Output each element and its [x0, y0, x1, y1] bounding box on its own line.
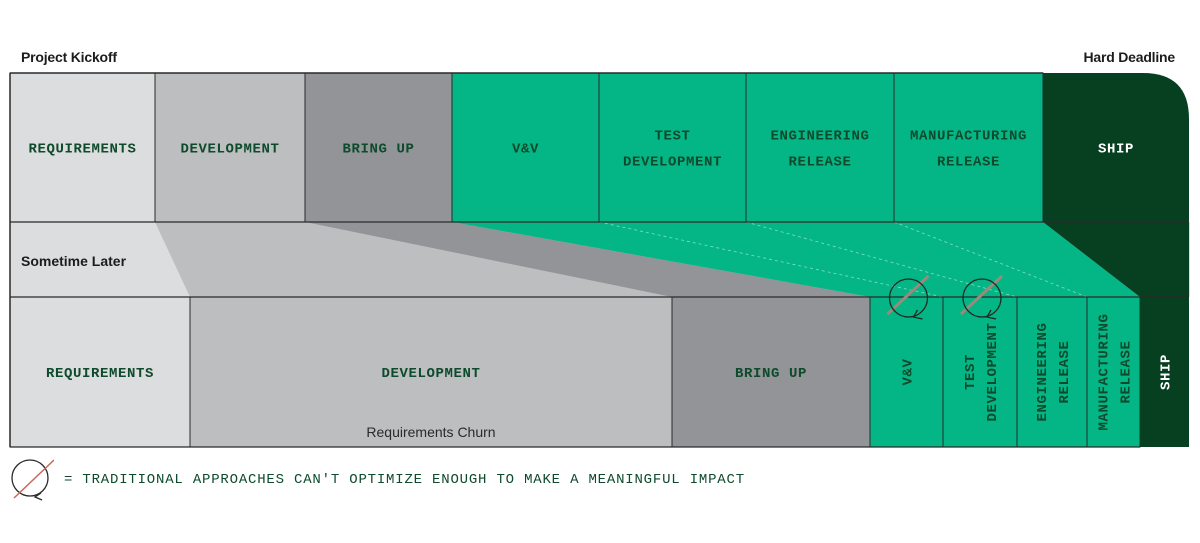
legend: = TRADITIONAL APPROACHES CAN'T OPTIMIZE …: [10, 458, 745, 502]
phase-label: DEVELOPMENT: [180, 142, 279, 158]
phase-label: BRING UP: [735, 366, 807, 382]
phase-block: [942, 296, 1018, 448]
bottom-phase-vv: V&V: [869, 296, 944, 448]
bottom-phase-ship: SHIP: [1140, 297, 1189, 447]
sometime-later-label: Sometime Later: [21, 253, 127, 269]
phase-label: TEST: [963, 354, 979, 390]
phase-label: REQUIREMENTS: [46, 366, 154, 382]
top-phase-bring-up: BRING UP: [304, 72, 453, 223]
phase-label: SHIP: [1098, 142, 1134, 158]
phase-label: REQUIREMENTS: [28, 142, 136, 158]
phase-block: [1016, 296, 1088, 448]
transition-band: Sometime Later: [10, 221, 1190, 298]
bottom-phase-test-development: TEST DEVELOPMENT: [942, 296, 1018, 448]
phase-label: TEST: [654, 129, 690, 145]
top-phase-manufacturing-release: MANUFACTURING RELEASE: [893, 72, 1044, 223]
phase-block: [745, 72, 895, 223]
phase-label: ENGINEERING: [1035, 322, 1051, 421]
top-phase-vv: V&V: [451, 72, 600, 223]
bottom-phase-bring-up: BRING UP: [671, 296, 871, 448]
top-phase-ship: SHIP: [1043, 73, 1189, 222]
phase-block: [893, 72, 1044, 223]
phase-label: RELEASE: [937, 155, 1000, 171]
top-phase-test-development: TEST DEVELOPMENT: [598, 72, 747, 223]
phase-label: V&V: [512, 142, 539, 158]
legend-text: = TRADITIONAL APPROACHES CAN'T OPTIMIZE …: [64, 472, 745, 488]
phase-label: BRING UP: [342, 142, 414, 158]
phase-label: V&V: [901, 358, 917, 385]
phase-label: DEVELOPMENT: [985, 322, 1001, 421]
bottom-phase-requirements: REQUIREMENTS: [9, 296, 191, 448]
phase-label: RELEASE: [788, 155, 851, 171]
phase-label: RELEASE: [1119, 340, 1135, 403]
requirements-churn-label: Requirements Churn: [366, 424, 495, 440]
no-optimize-cycle-icon: [11, 459, 54, 501]
phase-label: RELEASE: [1057, 340, 1073, 403]
top-phase-requirements: REQUIREMENTS: [9, 72, 156, 223]
planned-schedule-row: REQUIREMENTS DEVELOPMENT BRING UP V&V TEST DE…: [9, 72, 1189, 223]
actual-schedule-row: REQUIREMENTS DEVELOPMENT BRING UP V&V TEST DE…: [9, 296, 1189, 448]
bottom-phase-engineering-release: ENGINEERING RELEASE: [1016, 296, 1088, 448]
top-phase-engineering-release: ENGINEERING RELEASE: [745, 72, 895, 223]
phase-label: ENGINEERING: [770, 129, 869, 145]
top-phase-development: DEVELOPMENT: [154, 72, 306, 223]
phase-label: SHIP: [1159, 354, 1175, 390]
phase-label: DEVELOPMENT: [381, 366, 480, 382]
phase-label: MANUFACTURING: [1097, 313, 1113, 430]
phase-label: MANUFACTURING: [910, 129, 1027, 145]
phase-label: DEVELOPMENT: [623, 155, 722, 171]
bottom-phase-manufacturing-release: MANUFACTURING RELEASE: [1086, 296, 1141, 448]
phase-block: [598, 72, 747, 223]
